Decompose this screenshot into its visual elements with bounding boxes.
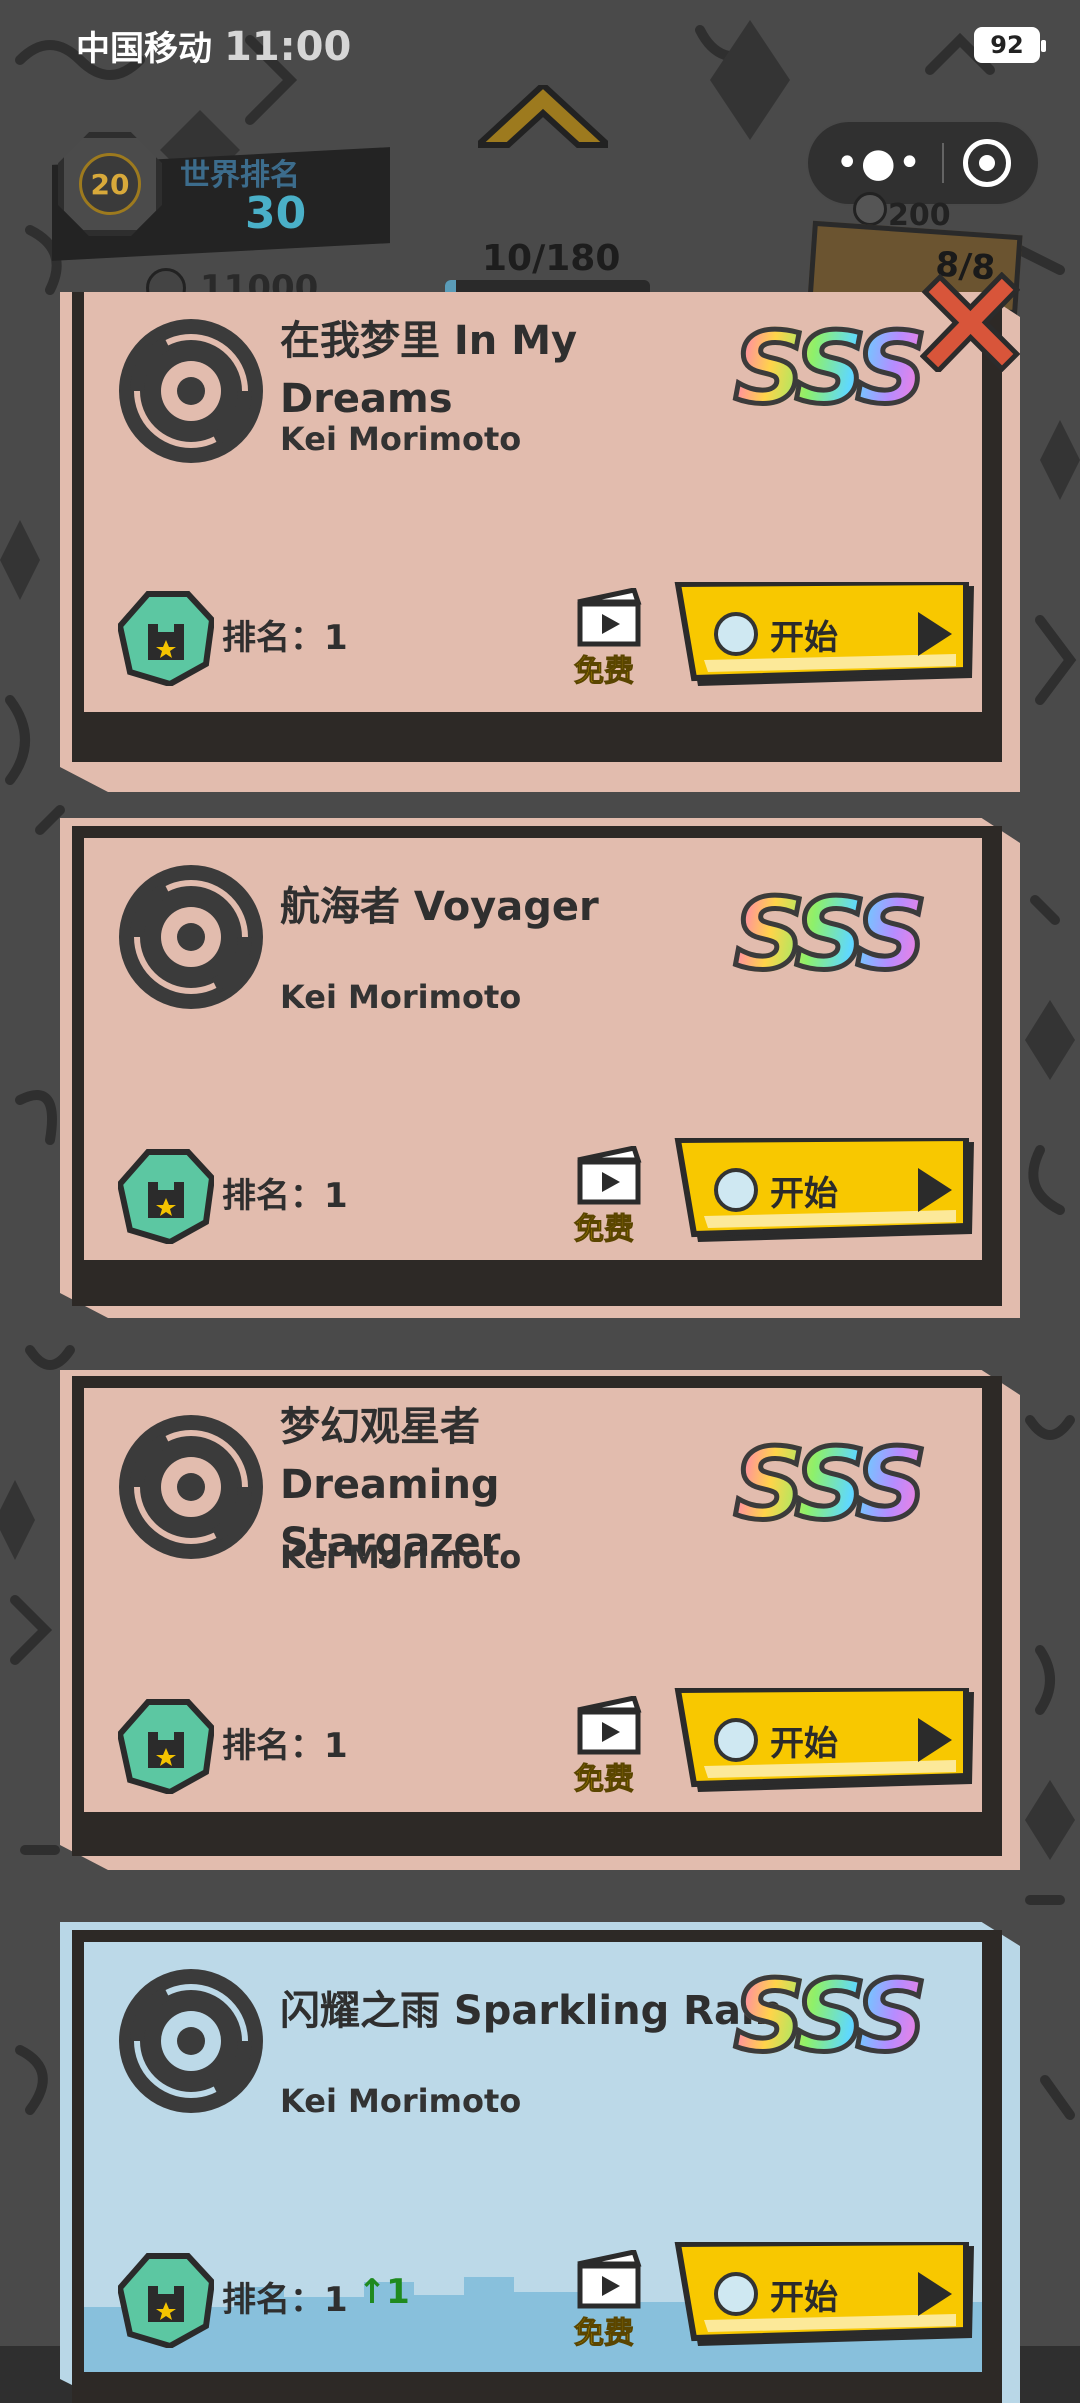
video-ad-icon	[577, 588, 642, 647]
crown-badge-icon	[118, 1149, 214, 1244]
free-label: 免费	[574, 2316, 635, 2352]
start-button[interactable]: 开始	[674, 2242, 984, 2354]
free-label: 免费	[574, 654, 635, 690]
vinyl-disc-icon	[119, 865, 263, 1009]
card-inner: 梦幻观星者 Dreaming Stargazer Kei Morimoto SS…	[84, 1388, 982, 1812]
song-artist: Kei Morimoto	[280, 978, 522, 1016]
grade-badge: SSS	[732, 1428, 964, 1543]
coin-icon	[714, 2272, 758, 2316]
rank-change: ↑1	[357, 2272, 410, 2312]
song-card: 梦幻观星者 Dreaming Stargazer Kei Morimoto SS…	[60, 1370, 1020, 1870]
rank-label: 排名：1	[222, 618, 348, 658]
vinyl-disc-icon	[119, 1415, 263, 1559]
song-list: 在我梦里 In My Dreams Kei Morimoto SSS 排名：1 …	[0, 0, 1080, 2403]
song-card: 在我梦里 In My Dreams Kei Morimoto SSS 排名：1 …	[60, 292, 1020, 792]
start-button[interactable]: 开始	[674, 1688, 984, 1800]
start-button[interactable]: 开始	[674, 582, 984, 694]
free-label: 免费	[574, 1212, 635, 1248]
start-label: 开始	[770, 1174, 838, 1214]
close-x-icon[interactable]	[920, 272, 1020, 372]
song-artist: Kei Morimoto	[280, 1538, 522, 1576]
start-label: 开始	[770, 618, 838, 658]
play-arrow-icon	[918, 2272, 952, 2316]
rank-text: 排名：1 ↑1	[222, 2272, 410, 2321]
song-card-selected: 闪耀之雨 Sparkling Rain Kei Morimoto SSS 排名：…	[60, 1922, 1020, 2403]
battery-indicator: 92	[974, 27, 1046, 63]
free-label: 免费	[574, 1762, 635, 1798]
grade-text: SSS	[732, 878, 930, 993]
rank-text: 排名：1	[222, 1168, 358, 1217]
video-ad-icon	[577, 1696, 642, 1755]
rank-text: 排名：1	[222, 1718, 358, 1767]
card-inner: 航海者 Voyager Kei Morimoto SSS 排名：1 免费 开始	[84, 838, 982, 1260]
song-artist: Kei Morimoto	[280, 2082, 522, 2120]
grade-badge: SSS	[732, 878, 964, 993]
coin-icon	[714, 1168, 758, 1212]
grade-text: SSS	[732, 312, 930, 427]
start-label: 开始	[770, 1724, 838, 1764]
crown-badge-icon	[118, 2253, 214, 2348]
status-time: 11:00	[224, 23, 352, 70]
status-bar: 中国移动 11:00 92	[0, 0, 1080, 90]
song-artist: Kei Morimoto	[280, 420, 522, 458]
rank-label: 排名：1	[222, 1726, 348, 1766]
video-ad-icon	[577, 1146, 642, 1205]
grade-badge: SSS	[732, 1960, 964, 2075]
rank-label: 排名：1	[222, 2280, 348, 2320]
coin-icon	[714, 612, 758, 656]
song-card: 航海者 Voyager Kei Morimoto SSS 排名：1 免费 开始	[60, 818, 1020, 1318]
song-title: 航海者 Voyager	[280, 884, 599, 930]
song-title: 在我梦里 In My Dreams	[280, 318, 578, 422]
vinyl-disc-icon	[119, 1969, 263, 2113]
rank-text: 排名：1	[222, 610, 358, 659]
rank-label: 排名：1	[222, 1176, 348, 1216]
card-inner: 闪耀之雨 Sparkling Rain Kei Morimoto SSS 排名：…	[84, 1942, 982, 2372]
start-button[interactable]: 开始	[674, 1138, 984, 1250]
vinyl-disc-icon	[119, 319, 263, 463]
coin-icon	[714, 1718, 758, 1762]
crown-badge-icon	[118, 591, 214, 686]
carrier-name: 中国移动	[76, 28, 212, 69]
play-arrow-icon	[918, 612, 952, 656]
play-arrow-icon	[918, 1168, 952, 1212]
grade-text: SSS	[732, 1960, 930, 2075]
video-ad-icon	[577, 2250, 642, 2309]
grade-text: SSS	[732, 1428, 930, 1543]
start-label: 开始	[770, 2278, 838, 2318]
crown-badge-icon	[118, 1699, 214, 1794]
play-arrow-icon	[918, 1718, 952, 1762]
card-inner: 在我梦里 In My Dreams Kei Morimoto SSS 排名：1 …	[84, 292, 982, 712]
song-title: 闪耀之雨 Sparkling Rain	[280, 1988, 784, 2034]
